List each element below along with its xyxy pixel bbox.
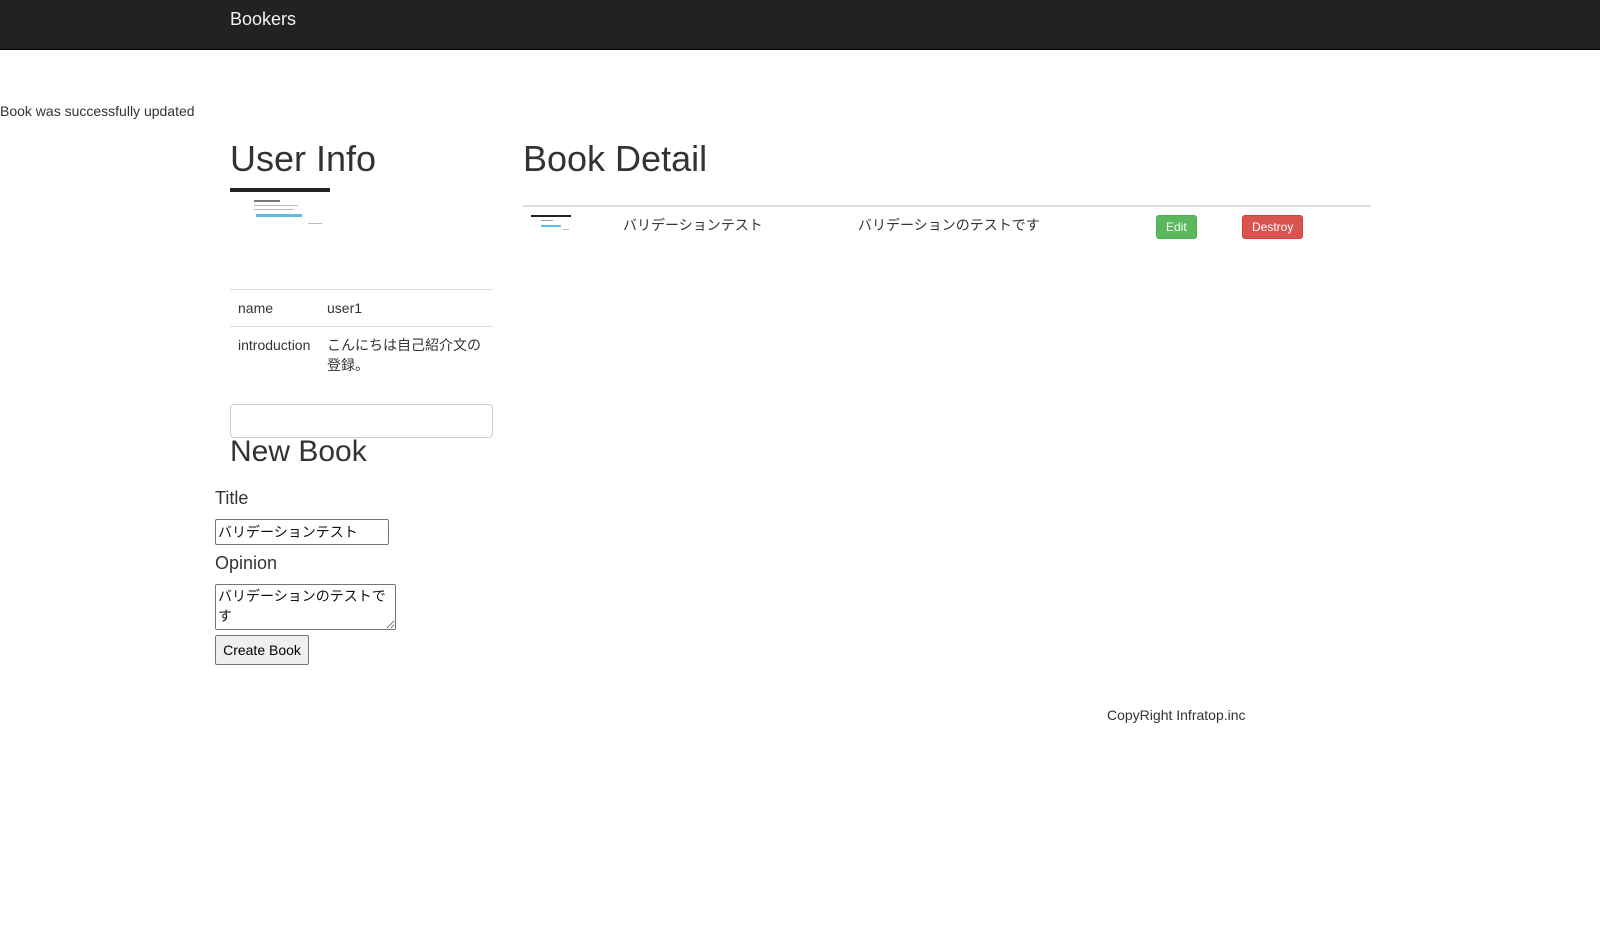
navbar: Bookers <box>0 0 1600 50</box>
user-edit-button[interactable] <box>230 404 493 438</box>
destroy-button[interactable]: Destroy <box>1242 215 1304 239</box>
destroy-cell: Destroy <box>1234 205 1371 247</box>
user-info-heading: User Info <box>230 138 377 179</box>
title-label: Title <box>215 488 249 508</box>
book-opinion: バリデーションのテストです <box>850 205 1148 247</box>
footer-copyright: CopyRight Infratop.inc <box>1107 707 1246 723</box>
user-name-value: user1 <box>319 289 493 327</box>
table-row: introduction こんにちは自己紹介文の登録。 <box>230 326 493 383</box>
profile-image <box>230 188 330 233</box>
book-image[interactable] <box>531 215 571 233</box>
table-row: バリデーションテスト バリデーションのテストです Edit Destroy <box>523 205 1371 247</box>
book-detail-heading: Book Detail <box>523 138 708 179</box>
edit-button[interactable]: Edit <box>1156 215 1197 239</box>
title-input[interactable] <box>215 519 389 545</box>
user-introduction-value: こんにちは自己紹介文の登録。 <box>319 326 493 383</box>
book-detail-table: バリデーションテスト バリデーションのテストです Edit Destroy <box>523 205 1371 247</box>
opinion-label: Opinion <box>215 553 278 573</box>
flash-message: Book was successfully updated <box>0 103 195 119</box>
edit-cell: Edit <box>1148 205 1234 247</box>
table-row: name user1 <box>230 289 493 327</box>
book-title[interactable]: バリデーションテスト <box>615 205 850 247</box>
opinion-input[interactable]: バリデーションのテストです <box>215 584 396 630</box>
brand-link[interactable]: Bookers <box>230 9 296 29</box>
user-introduction-label: introduction <box>230 326 319 383</box>
new-book-heading: New Book <box>230 435 367 468</box>
user-name-label: name <box>230 289 319 327</box>
create-book-button[interactable]: Create Book <box>215 635 309 665</box>
user-info-table: name user1 introduction こんにちは自己紹介文の登録。 <box>230 289 493 383</box>
book-image-cell <box>523 205 615 247</box>
